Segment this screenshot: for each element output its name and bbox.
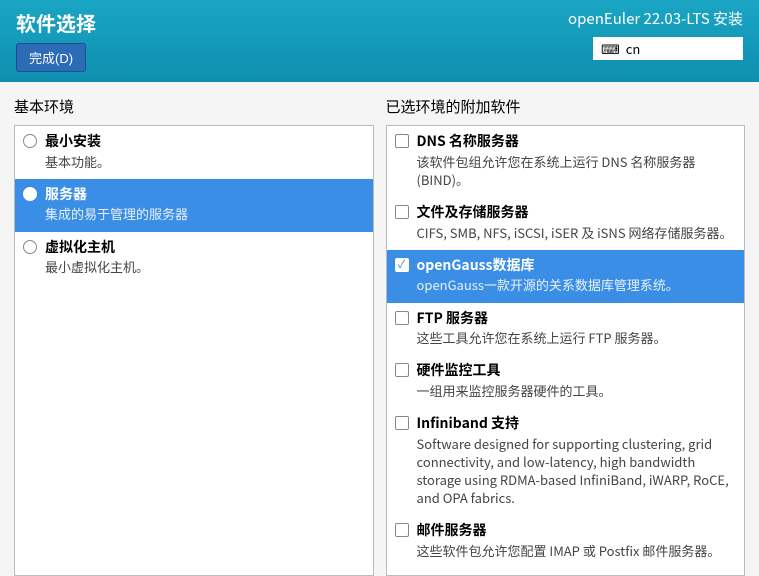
base-env-title: 基本环境 bbox=[14, 96, 374, 117]
base-env-list[interactable]: 最小安装基本功能。服务器集成的易于管理的服务器虚拟化主机最小虚拟化主机。 bbox=[14, 125, 374, 576]
base-env-option[interactable]: 服务器集成的易于管理的服务器 bbox=[15, 179, 373, 232]
option-title: 服务器 bbox=[45, 185, 365, 205]
keyboard-icon: ⌨ bbox=[601, 39, 620, 58]
addons-title: 已选环境的附加软件 bbox=[386, 96, 746, 117]
option-text: FTP 服务器这些工具允许您在系统上运行 FTP 服务器。 bbox=[417, 309, 737, 348]
distro-label: openEuler 22.03-LTS 安装 bbox=[568, 8, 743, 29]
option-desc: 这些工具允许您在系统上运行 FTP 服务器。 bbox=[417, 329, 737, 347]
addon-option[interactable]: Infiniband 支持Software designed for suppo… bbox=[387, 408, 745, 515]
done-button[interactable]: 完成(D) bbox=[16, 43, 86, 72]
option-desc: 该软件包组允许您在系统上运行 DNS 名称服务器(BIND)。 bbox=[417, 153, 737, 189]
checkbox-icon bbox=[395, 416, 409, 430]
option-desc: 集成的易于管理的服务器 bbox=[45, 205, 365, 223]
option-title: 虚拟化主机 bbox=[45, 238, 365, 258]
base-env-option[interactable]: 虚拟化主机最小虚拟化主机。 bbox=[15, 232, 373, 285]
option-text: 服务器集成的易于管理的服务器 bbox=[45, 185, 365, 224]
option-title: 最小安装 bbox=[45, 132, 365, 152]
option-text: Infiniband 支持Software designed for suppo… bbox=[417, 414, 737, 507]
language-selector[interactable]: ⌨ cn bbox=[593, 37, 743, 60]
header: 软件选择 完成(D) openEuler 22.03-LTS 安装 ⌨ cn bbox=[0, 0, 759, 82]
option-text: 最小安装基本功能。 bbox=[45, 132, 365, 171]
option-desc: CIFS, SMB, NFS, iSCSI, iSER 及 iSNS 网络存储服… bbox=[417, 224, 737, 242]
addon-option[interactable]: ✓ openGauss数据库openGauss一款开源的关系数据库管理系统。 bbox=[387, 250, 745, 303]
option-text: 虚拟化主机最小虚拟化主机。 bbox=[45, 238, 365, 277]
checkbox-icon bbox=[395, 311, 409, 325]
radio-icon bbox=[23, 187, 37, 201]
option-text: openGauss数据库openGauss一款开源的关系数据库管理系统。 bbox=[417, 256, 737, 295]
addon-option[interactable]: FTP 服务器这些工具允许您在系统上运行 FTP 服务器。 bbox=[387, 303, 745, 356]
addons-column: 已选环境的附加软件 DNS 名称服务器该软件包组允许您在系统上运行 DNS 名称… bbox=[386, 96, 746, 576]
addon-option[interactable]: 网络文件系统客户端启用该系统附加到网络存储。 bbox=[387, 568, 745, 576]
checkbox-icon bbox=[395, 205, 409, 219]
header-right: openEuler 22.03-LTS 安装 ⌨ cn bbox=[568, 8, 743, 60]
option-desc: 一组用来监控服务器硬件的工具。 bbox=[417, 382, 737, 400]
option-title: Infiniband 支持 bbox=[417, 414, 737, 434]
header-left: 软件选择 完成(D) bbox=[16, 8, 96, 72]
content: 基本环境 最小安装基本功能。服务器集成的易于管理的服务器虚拟化主机最小虚拟化主机… bbox=[0, 82, 759, 576]
addon-option[interactable]: DNS 名称服务器该软件包组允许您在系统上运行 DNS 名称服务器(BIND)。 bbox=[387, 126, 745, 197]
addons-list[interactable]: DNS 名称服务器该软件包组允许您在系统上运行 DNS 名称服务器(BIND)。… bbox=[386, 125, 746, 576]
checkbox-icon: ✓ bbox=[395, 258, 409, 272]
checkbox-icon bbox=[395, 523, 409, 537]
option-desc: 基本功能。 bbox=[45, 153, 365, 171]
option-desc: openGauss一款开源的关系数据库管理系统。 bbox=[417, 276, 737, 294]
option-text: 邮件服务器这些软件包允许您配置 IMAP 或 Postfix 邮件服务器。 bbox=[417, 521, 737, 560]
addon-option[interactable]: 文件及存储服务器CIFS, SMB, NFS, iSCSI, iSER 及 iS… bbox=[387, 197, 745, 250]
option-title: FTP 服务器 bbox=[417, 309, 737, 329]
option-title: openGauss数据库 bbox=[417, 256, 737, 276]
option-desc: 这些软件包允许您配置 IMAP 或 Postfix 邮件服务器。 bbox=[417, 542, 737, 560]
base-environment-column: 基本环境 最小安装基本功能。服务器集成的易于管理的服务器虚拟化主机最小虚拟化主机… bbox=[14, 96, 374, 576]
page-title: 软件选择 bbox=[16, 8, 96, 37]
option-desc: Software designed for supporting cluster… bbox=[417, 435, 737, 508]
addon-option[interactable]: 硬件监控工具一组用来监控服务器硬件的工具。 bbox=[387, 355, 745, 408]
option-title: DNS 名称服务器 bbox=[417, 132, 737, 152]
option-title: 文件及存储服务器 bbox=[417, 203, 737, 223]
option-text: 硬件监控工具一组用来监控服务器硬件的工具。 bbox=[417, 361, 737, 400]
addon-option[interactable]: 邮件服务器这些软件包允许您配置 IMAP 或 Postfix 邮件服务器。 bbox=[387, 515, 745, 568]
language-code: cn bbox=[626, 39, 641, 58]
option-text: 文件及存储服务器CIFS, SMB, NFS, iSCSI, iSER 及 iS… bbox=[417, 203, 737, 242]
option-desc: 最小虚拟化主机。 bbox=[45, 258, 365, 276]
option-text: DNS 名称服务器该软件包组允许您在系统上运行 DNS 名称服务器(BIND)。 bbox=[417, 132, 737, 189]
radio-icon bbox=[23, 240, 37, 254]
base-env-option[interactable]: 最小安装基本功能。 bbox=[15, 126, 373, 179]
radio-icon bbox=[23, 134, 37, 148]
checkbox-icon bbox=[395, 363, 409, 377]
checkbox-icon bbox=[395, 134, 409, 148]
option-title: 硬件监控工具 bbox=[417, 361, 737, 381]
option-title: 邮件服务器 bbox=[417, 521, 737, 541]
